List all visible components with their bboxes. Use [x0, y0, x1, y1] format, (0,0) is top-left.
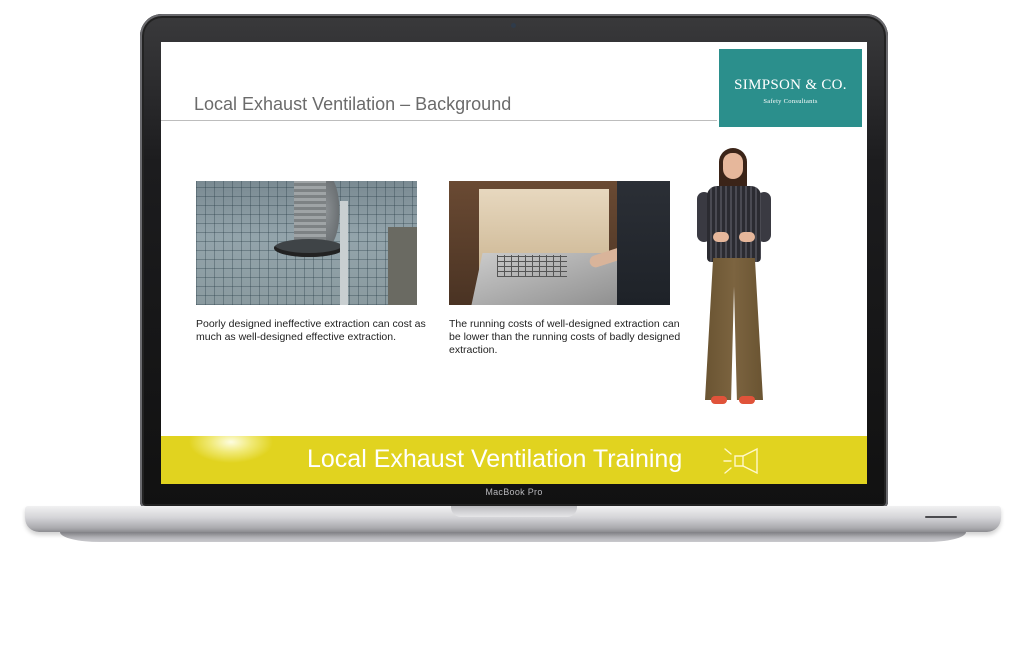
laptop-model-label: MacBook Pro	[485, 487, 543, 497]
photo-person	[617, 181, 670, 305]
slide-title: Local Exhaust Ventilation – Background	[194, 94, 512, 114]
logo-name: SIMPSON & CO.	[734, 77, 847, 93]
panel-caption-1: Poorly designed ineffective extraction c…	[196, 318, 426, 343]
photo-booth-grid	[497, 255, 567, 277]
presenter-top	[707, 186, 761, 262]
course-banner: Local Exhaust Ventilation Training	[161, 436, 867, 484]
company-logo: SIMPSON & CO. Safety Consultants	[719, 49, 862, 127]
panel-caption-2: The running costs of well-designed extra…	[449, 318, 681, 356]
photo-hood	[274, 239, 344, 257]
presenter-trousers	[705, 258, 763, 400]
laptop-opening-notch	[451, 506, 577, 517]
presenter-shoe-right	[739, 396, 755, 404]
laptop-base-underside	[60, 532, 966, 542]
presenter-head	[723, 153, 743, 179]
title-divider	[161, 120, 717, 121]
presenter-hand-left	[713, 232, 729, 242]
presenter-hand-right	[739, 232, 755, 242]
photo-post	[340, 201, 348, 305]
slide-screen: Local Exhaust Ventilation – Background S…	[161, 42, 867, 484]
logo-tagline: Safety Consultants	[763, 98, 818, 105]
extraction-booth-photo	[449, 181, 670, 305]
presenter-figure	[691, 146, 777, 408]
camera-icon	[511, 23, 516, 28]
extraction-hood-photo	[196, 181, 417, 305]
megaphone-icon	[723, 447, 758, 475]
photo-duct	[294, 181, 326, 243]
banner-title: Local Exhaust Ventilation Training	[307, 445, 683, 473]
sleep-indicator-light	[925, 516, 957, 518]
presenter-shoe-left	[711, 396, 727, 404]
photo-panel	[388, 227, 417, 305]
